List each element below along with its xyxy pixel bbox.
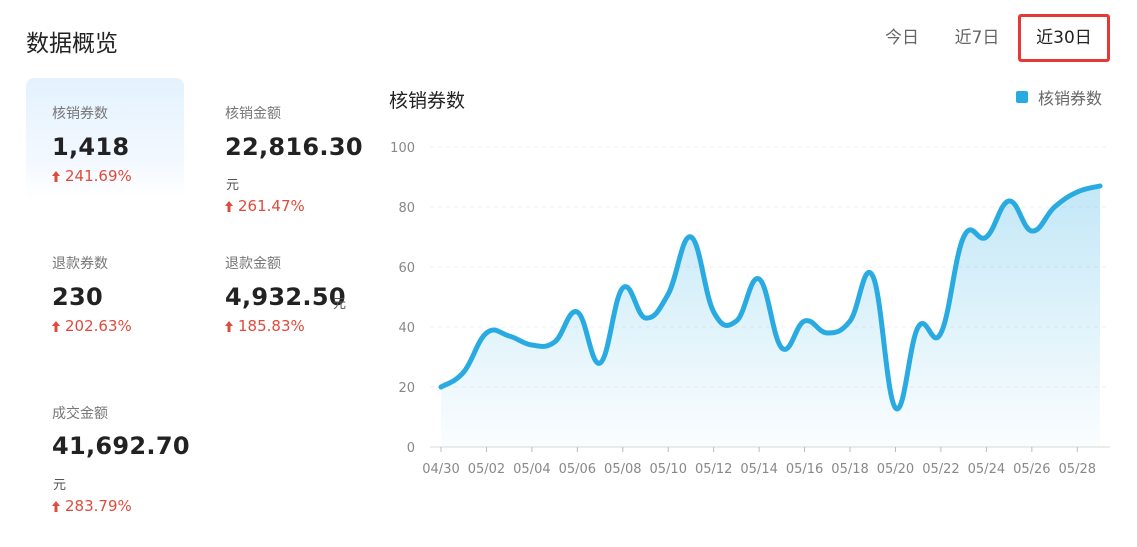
x-tick-label: 05/08 (604, 462, 641, 477)
stat-label-refund-amount: 退款金额 (225, 256, 281, 272)
legend-swatch (1016, 91, 1028, 103)
stat-value-refund-amount: 4,932.50 (225, 283, 346, 311)
y-tick-label: 20 (398, 381, 415, 396)
stat-change-value: 283.79% (65, 497, 132, 515)
x-tick-label: 05/16 (786, 462, 823, 477)
stat-unit-verified-amount: 元 (226, 178, 240, 193)
date-range-tabs: 今日 近7日 近30日 (866, 14, 1112, 62)
y-tick-label: 60 (398, 261, 415, 276)
tab-today[interactable]: 今日 (866, 14, 938, 62)
chart-title: 核销券数 (389, 90, 466, 112)
stat-change-deal-amount: 283.79% (52, 497, 132, 515)
stat-change-value: 241.69% (65, 167, 132, 185)
up-arrow-icon (225, 201, 233, 212)
up-arrow-icon (52, 501, 60, 512)
up-arrow-icon (52, 171, 60, 182)
x-tick-label: 05/24 (968, 462, 1005, 477)
x-tick-label: 05/14 (740, 462, 777, 477)
stat-value-deal-amount: 41,692.70 (52, 432, 190, 460)
x-tick-label: 05/18 (831, 462, 868, 477)
x-tick-label: 05/04 (513, 462, 550, 477)
y-tick-label: 40 (398, 321, 415, 336)
stat-value-verified-amount: 22,816.30 (225, 133, 363, 161)
verified-coupons-line-chart: 0 20 40 60 80 100 04/30 05/02 05/04 05/06 05/08 05… (390, 141, 1110, 477)
x-axis-ticks: 04/30 05/02 05/04 05/06 05/08 05/10 05/12 05/14… (422, 447, 1096, 477)
x-tick-label: 05/26 (1013, 462, 1050, 477)
stat-change-value: 202.63% (65, 317, 132, 335)
stat-label-verified-amount: 核销金额 (225, 106, 281, 122)
x-tick-label: 05/20 (877, 462, 914, 477)
up-arrow-icon (225, 321, 233, 332)
tab-last-7-days[interactable]: 近7日 (938, 14, 1016, 62)
x-tick-label: 05/22 (922, 462, 959, 477)
x-tick-label: 05/10 (650, 462, 687, 477)
y-tick-label: 100 (390, 141, 415, 156)
stat-change-verified-amount: 261.47% (225, 197, 305, 215)
y-axis-ticks: 0 20 40 60 80 100 (390, 141, 415, 456)
x-tick-label: 05/02 (468, 462, 505, 477)
stat-label-verified-coupons: 核销券数 (52, 106, 108, 122)
stat-label-deal-amount: 成交金额 (52, 406, 108, 422)
stat-change-value: 261.47% (238, 197, 305, 215)
x-tick-label: 05/12 (695, 462, 732, 477)
stat-change-refund-amount: 185.83% (225, 317, 305, 335)
x-tick-label: 04/30 (422, 462, 459, 477)
stat-value-refund-coupons: 230 (52, 283, 103, 311)
up-arrow-icon (52, 321, 60, 332)
stat-unit-deal-amount: 元 (53, 478, 67, 493)
stat-change-value: 185.83% (238, 317, 305, 335)
stat-value-verified-coupons: 1,418 (52, 133, 130, 161)
tab-last-30-days[interactable]: 近30日 (1018, 14, 1110, 62)
stat-label-refund-coupons: 退款券数 (52, 256, 108, 272)
stat-unit-refund-amount: 元 (333, 297, 347, 312)
x-tick-label: 05/28 (1059, 462, 1096, 477)
stat-change-refund-coupons: 202.63% (52, 317, 132, 335)
y-tick-label: 0 (407, 441, 415, 456)
stat-change-verified-coupons: 241.69% (52, 167, 132, 185)
chart-legend[interactable]: 核销券数 (1016, 85, 1102, 109)
page-title: 数据概览 (26, 31, 118, 57)
x-tick-label: 05/06 (559, 462, 596, 477)
y-tick-label: 80 (398, 201, 415, 216)
legend-label: 核销券数 (1038, 89, 1103, 108)
